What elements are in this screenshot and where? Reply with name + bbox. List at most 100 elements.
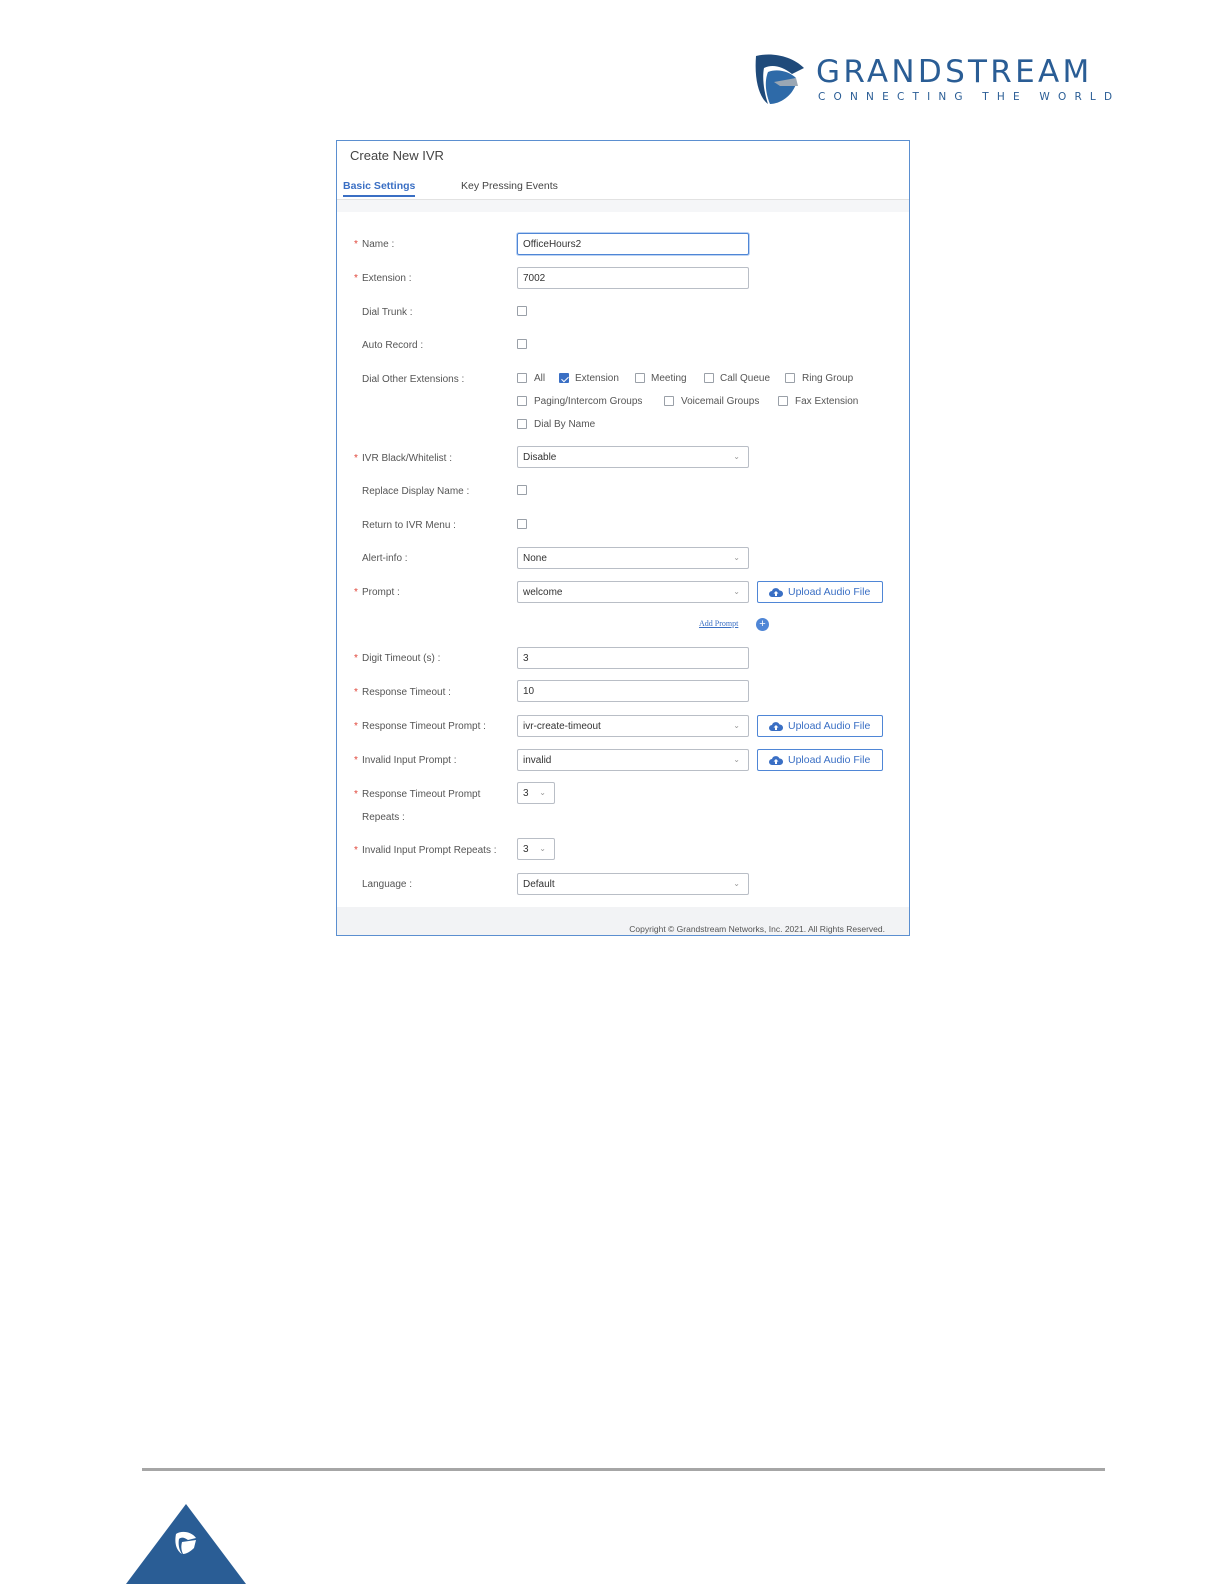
required-mark: *: [354, 755, 358, 766]
auto-record-label: Auto Record :: [362, 340, 424, 351]
chevron-down-icon: ⌄: [733, 553, 740, 562]
chevron-down-icon: ⌄: [733, 587, 740, 596]
alert-info-value: None: [523, 553, 547, 564]
response-timeout-repeats-value: 3: [523, 788, 529, 799]
name-label: Name :: [362, 239, 395, 250]
prompt-label: Prompt :: [362, 587, 400, 598]
dial-other-paging-label: Paging/Intercom Groups: [534, 396, 643, 407]
response-timeout-repeats-label-2: Repeats :: [362, 812, 405, 823]
dial-other-dial-by-name-label: Dial By Name: [534, 419, 596, 430]
cloud-upload-icon: [769, 756, 783, 765]
dial-other-all-label: All: [534, 373, 546, 384]
required-mark: *: [354, 273, 358, 284]
brand-tagline: CONNECTING THE WORLD: [818, 91, 1121, 103]
prompt-select[interactable]: welcome ⌄: [517, 581, 749, 603]
dial-other-voicemail-groups-label: Voicemail Groups: [681, 396, 760, 407]
chevron-down-icon: ⌄: [733, 721, 740, 730]
language-select[interactable]: Default ⌄: [517, 873, 749, 895]
required-mark: *: [354, 845, 358, 856]
response-timeout-label: Response Timeout :: [362, 687, 451, 698]
footer-rule: [142, 1468, 1105, 1471]
blackwhitelist-select[interactable]: Disable ⌄: [517, 446, 749, 468]
cloud-upload-icon: [769, 722, 783, 731]
tab-basic-settings[interactable]: Basic Settings: [343, 180, 416, 197]
grandstream-logo: GRANDSTREAM CONNECTING THE WORLD: [752, 52, 1122, 110]
grandstream-logo-icon: [755, 54, 804, 104]
digit-timeout-label: Digit Timeout (s) :: [362, 653, 441, 664]
blackwhitelist-value: Disable: [523, 452, 557, 463]
dial-other-meeting-checkbox[interactable]: [635, 373, 645, 383]
dial-other-ring-group-label: Ring Group: [802, 373, 854, 384]
tab-bar: Basic Settings Key Pressing Events: [337, 177, 909, 200]
required-mark: *: [354, 453, 358, 464]
required-mark: *: [354, 239, 358, 250]
dial-other-fax-extension-checkbox[interactable]: [778, 396, 788, 406]
response-timeout-prompt-value: ivr-create-timeout: [523, 721, 601, 732]
dial-other-fax-extension-label: Fax Extension: [795, 396, 859, 407]
invalid-input-repeats-select[interactable]: 3 ⌄: [517, 838, 555, 860]
auto-record-checkbox[interactable]: [517, 339, 527, 349]
name-input[interactable]: OfficeHours2: [517, 233, 749, 255]
required-mark: *: [354, 789, 358, 800]
replace-display-name-checkbox[interactable]: [517, 485, 527, 495]
chevron-down-icon: ⌄: [733, 452, 740, 461]
invalid-input-prompt-value: invalid: [523, 755, 552, 766]
upload-prompt-audio-button[interactable]: Upload Audio File: [757, 581, 883, 603]
dial-other-extension-checkbox[interactable]: [559, 373, 569, 383]
create-ivr-dialog: Create New IVR Basic Settings Key Pressi…: [336, 140, 910, 936]
required-mark: *: [354, 721, 358, 732]
chevron-down-icon: ⌄: [539, 788, 546, 797]
invalid-input-prompt-select[interactable]: invalid ⌄: [517, 749, 749, 771]
invalid-input-prompt-label: Invalid Input Prompt :: [362, 755, 457, 766]
add-prompt-plus-icon[interactable]: +: [756, 618, 769, 631]
extension-label: Extension :: [362, 273, 412, 284]
dial-other-all-checkbox[interactable]: [517, 373, 527, 383]
alert-info-select[interactable]: None ⌄: [517, 547, 749, 569]
add-prompt-link[interactable]: Add Prompt: [699, 619, 738, 628]
dial-other-meeting-label: Meeting: [651, 373, 687, 384]
required-mark: *: [354, 653, 358, 664]
return-to-ivr-checkbox[interactable]: [517, 519, 527, 529]
upload-label: Upload Audio File: [788, 586, 871, 598]
cloud-upload-icon: [769, 588, 783, 597]
language-value: Default: [523, 879, 555, 890]
upload-label: Upload Audio File: [788, 720, 871, 732]
dial-other-ring-group-checkbox[interactable]: [785, 373, 795, 383]
replace-display-name-label: Replace Display Name :: [362, 486, 470, 497]
response-timeout-input[interactable]: 10: [517, 680, 749, 702]
invalid-input-repeats-value: 3: [523, 844, 529, 855]
dial-other-extensions-label: Dial Other Extensions :: [362, 374, 465, 385]
response-timeout-prompt-select[interactable]: ivr-create-timeout ⌄: [517, 715, 749, 737]
dial-trunk-checkbox[interactable]: [517, 306, 527, 316]
dial-other-paging-checkbox[interactable]: [517, 396, 527, 406]
dial-other-call-queue-label: Call Queue: [720, 373, 771, 384]
dial-trunk-label: Dial Trunk :: [362, 307, 413, 318]
return-to-ivr-label: Return to IVR Menu :: [362, 520, 456, 531]
dialog-footer: Copyright © Grandstream Networks, Inc. 2…: [337, 907, 909, 935]
response-timeout-repeats-label: Response Timeout Prompt: [362, 789, 481, 800]
upload-invalid-audio-button[interactable]: Upload Audio File: [757, 749, 883, 771]
digit-timeout-input[interactable]: 3: [517, 647, 749, 669]
chevron-down-icon: ⌄: [539, 844, 546, 853]
required-mark: *: [354, 587, 358, 598]
extension-input[interactable]: 7002: [517, 267, 749, 289]
blackwhitelist-label: IVR Black/Whitelist :: [362, 453, 453, 464]
dialog-title: Create New IVR: [350, 148, 444, 163]
prompt-value: welcome: [523, 587, 563, 598]
upload-timeout-audio-button[interactable]: Upload Audio File: [757, 715, 883, 737]
upload-label: Upload Audio File: [788, 754, 871, 766]
chevron-down-icon: ⌄: [733, 755, 740, 764]
response-timeout-repeats-select[interactable]: 3 ⌄: [517, 782, 555, 804]
dial-other-dial-by-name-checkbox[interactable]: [517, 419, 527, 429]
response-timeout-prompt-label: Response Timeout Prompt :: [362, 721, 486, 732]
invalid-input-repeats-label: Invalid Input Prompt Repeats :: [362, 845, 497, 856]
tab-divider-band: [337, 200, 909, 212]
tab-key-pressing-events[interactable]: Key Pressing Events: [461, 180, 558, 192]
dial-other-extension-label: Extension: [575, 373, 619, 384]
dial-other-call-queue-checkbox[interactable]: [704, 373, 714, 383]
brand-name: GRANDSTREAM: [816, 54, 1093, 90]
grandstream-corner-icon: [126, 1504, 246, 1584]
copyright-text: Copyright © Grandstream Networks, Inc. 2…: [629, 924, 885, 934]
dial-other-voicemail-groups-checkbox[interactable]: [664, 396, 674, 406]
chevron-down-icon: ⌄: [733, 879, 740, 888]
